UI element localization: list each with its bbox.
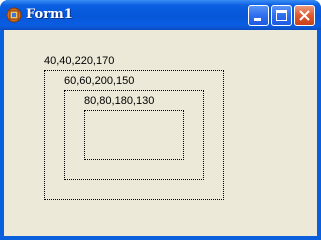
form-client-area: 40,40,220,170 60,60,200,150 80,80,180,13… <box>4 30 317 236</box>
inner-rectangle <box>84 110 184 160</box>
middle-rectangle-label: 60,60,200,150 <box>64 75 135 87</box>
outer-rectangle-label: 40,40,220,170 <box>44 55 115 67</box>
window-title: Form1 <box>26 7 73 22</box>
form-window: Form1 40,40,220,170 60,60,200,150 80,80,… <box>0 0 321 240</box>
maximize-button[interactable] <box>271 5 292 26</box>
close-icon <box>299 10 310 21</box>
app-icon[interactable] <box>6 7 22 23</box>
minimize-icon <box>254 18 261 21</box>
maximize-icon <box>276 10 287 21</box>
close-button[interactable] <box>294 5 315 26</box>
title-bar[interactable]: Form1 <box>0 0 321 30</box>
minimize-button[interactable] <box>248 5 269 26</box>
inner-rectangle-label: 80,80,180,130 <box>84 95 155 107</box>
